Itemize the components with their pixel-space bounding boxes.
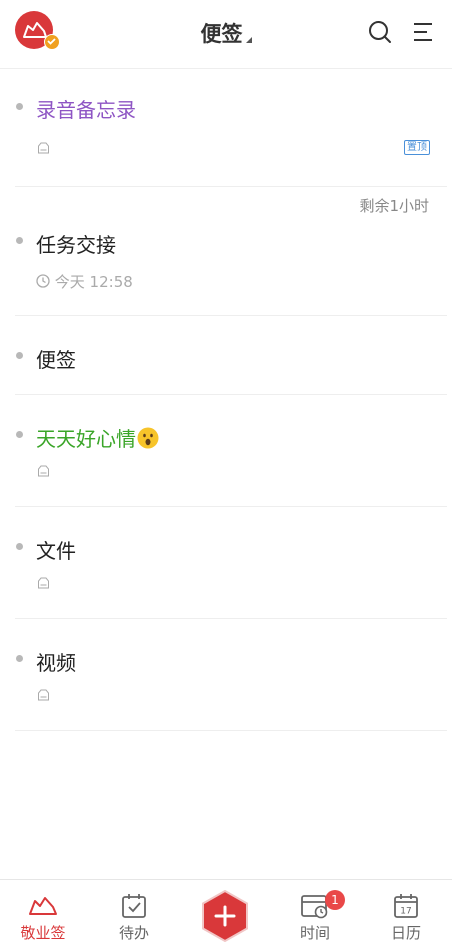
bottom-tab-bar: 敬业签 待办 时间 1 17 日历 — [0, 879, 452, 950]
note-item[interactable]: 剩余1小时 任务交接 今天 12:58 — [15, 187, 447, 316]
tab-label: 时间 — [299, 924, 330, 942]
note-title: 任务交接 — [36, 233, 116, 257]
note-item[interactable]: 文件 — [15, 507, 447, 619]
reminder-time-text: 今天 12:58 — [54, 273, 133, 291]
search-icon[interactable] — [367, 19, 393, 45]
attachment-icon — [38, 142, 49, 154]
bullet-icon — [16, 655, 23, 662]
note-item[interactable]: 天天好心情 — [15, 395, 447, 507]
remaining-time: 剩余1小时 — [359, 197, 429, 215]
note-title: 天天好心情 — [36, 423, 159, 452]
attachment-icon — [38, 465, 49, 477]
calendar-icon: 17 — [394, 894, 418, 918]
note-title: 视频 — [36, 651, 76, 675]
note-item[interactable]: 视频 — [15, 619, 447, 731]
note-item[interactable]: 便签 — [15, 316, 447, 395]
attachment-icon — [38, 689, 49, 701]
tab-label: 敬业签 — [20, 924, 66, 942]
reminder-time: 今天 12:58 — [36, 271, 133, 292]
bullet-icon — [16, 431, 23, 438]
attachment-icon — [38, 577, 49, 589]
tab-calendar[interactable]: 17 日历 — [376, 892, 436, 943]
clock-icon — [36, 274, 50, 288]
dropdown-caret-icon — [245, 37, 252, 43]
cloud-logo-icon — [29, 897, 57, 915]
add-button[interactable] — [201, 890, 249, 942]
menu-icon[interactable] — [411, 19, 437, 45]
tab-jingyeqian[interactable]: 敬业签 — [13, 892, 73, 943]
note-title: 便签 — [36, 348, 76, 372]
pinned-tag: 置顶 — [404, 140, 430, 155]
tab-todo[interactable]: 待办 — [104, 892, 164, 943]
calendar-day-number: 17 — [400, 907, 411, 917]
note-title: 录音备忘录 — [36, 98, 136, 122]
note-title: 文件 — [36, 539, 76, 563]
bullet-icon — [16, 103, 23, 110]
tab-label: 待办 — [118, 924, 149, 942]
todo-check-icon — [122, 894, 146, 918]
bullet-icon — [16, 352, 23, 359]
app-header: 便签 — [0, 0, 452, 69]
page-title: 便签 — [200, 22, 243, 46]
astonished-face-emoji-icon — [137, 427, 159, 449]
note-title-text: 天天好心情 — [36, 427, 136, 451]
notification-badge: 1 — [325, 890, 345, 910]
tab-label: 日历 — [390, 924, 421, 942]
note-item[interactable]: 录音备忘录 置顶 — [15, 68, 447, 187]
bullet-icon — [16, 543, 23, 550]
bullet-icon — [16, 237, 23, 244]
